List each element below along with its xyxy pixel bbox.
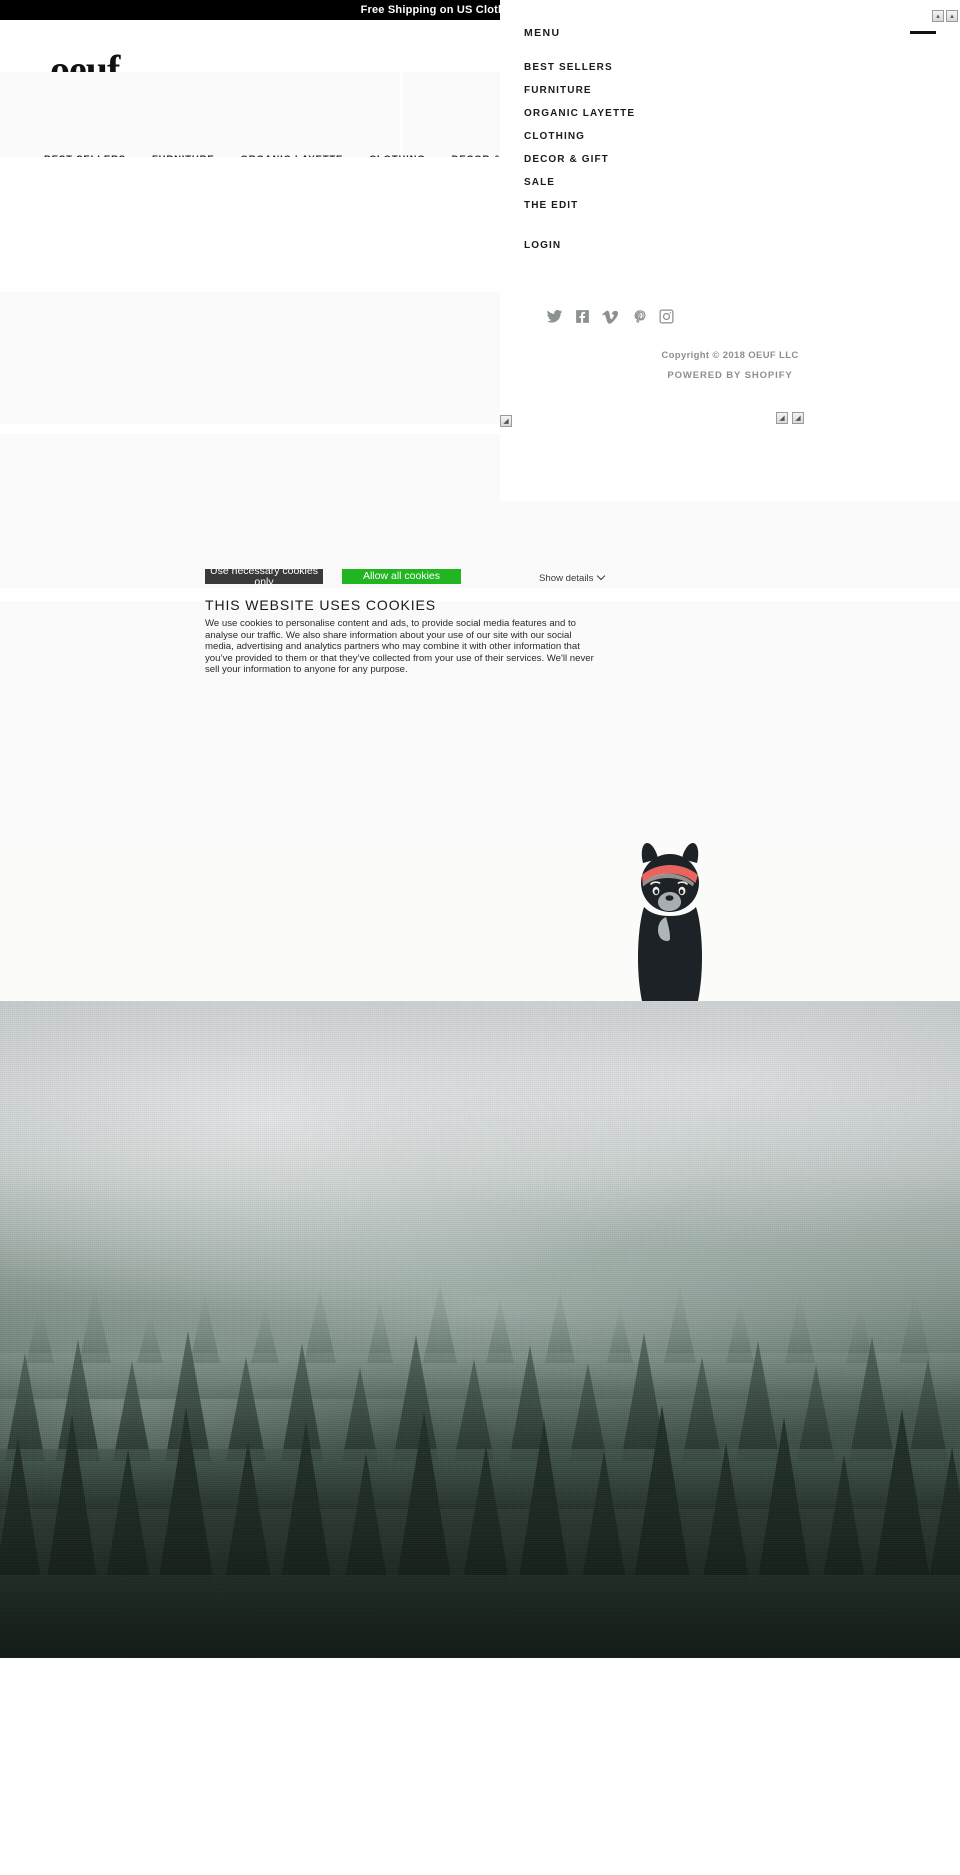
- resize-handle-right[interactable]: ◢: [792, 412, 804, 424]
- drawer-item-the-edit[interactable]: THE EDIT: [524, 188, 924, 211]
- drawer-item-best-sellers[interactable]: BEST SELLERS: [524, 50, 924, 73]
- drawer-item-clothing[interactable]: CLOTHING: [524, 119, 924, 142]
- facebook-icon[interactable]: [574, 308, 591, 325]
- drawer-item-furniture[interactable]: FURNITURE: [524, 73, 924, 96]
- cookie-banner-content: THIS WEBSITE USES COOKIES We use cookies…: [205, 588, 765, 676]
- drawer-item-organic-layette[interactable]: ORGANIC LAYETTE: [524, 96, 924, 119]
- drawer-item-decor-gift[interactable]: DECOR & GIFT: [524, 142, 924, 165]
- menu-drawer-nav: BEST SELLERS FURNITURE ORGANIC LAYETTE C…: [524, 50, 924, 211]
- scroll-nub-right[interactable]: ▴: [946, 10, 958, 22]
- drawer-footer: Copyright © 2018 OEUF LLC POWERED BY SHO…: [524, 349, 936, 383]
- close-icon[interactable]: [910, 27, 936, 37]
- forest-hero-image: [0, 1001, 960, 1658]
- resize-handle-left[interactable]: ◢: [500, 415, 512, 427]
- drawer-login-link[interactable]: LOGIN: [524, 240, 561, 251]
- cookie-banner-heading: THIS WEBSITE USES COOKIES: [205, 597, 436, 613]
- instagram-icon[interactable]: [658, 308, 675, 325]
- twitter-icon[interactable]: [546, 308, 563, 325]
- close-icon-bar: [910, 31, 936, 34]
- social-links: [546, 308, 675, 325]
- cookie-button-row: Use necessary cookies only Allow all coo…: [205, 566, 461, 587]
- vimeo-icon[interactable]: [602, 308, 619, 325]
- show-details-toggle[interactable]: Show details: [533, 572, 611, 585]
- cookie-banner-body: We use cookies to personalise content an…: [205, 618, 594, 676]
- use-necessary-cookies-button[interactable]: Use necessary cookies only: [205, 566, 323, 587]
- show-details-label: Show details: [539, 573, 594, 584]
- resize-handle-mid[interactable]: ◢: [776, 412, 788, 424]
- allow-all-cookies-button[interactable]: Allow all cookies: [342, 569, 461, 584]
- cookie-consent-banner: THIS WEBSITE USES COOKIES We use cookies…: [0, 588, 960, 708]
- menu-drawer: MENU BEST SELLERS FURNITURE ORGANIC LAYE…: [500, 0, 960, 501]
- scroll-nub-left[interactable]: ▴: [932, 10, 944, 22]
- copyright-text: Copyright © 2018 OEUF LLC: [661, 350, 799, 361]
- page-bottom-whitespace: [0, 1658, 960, 1875]
- forest-bottom-fade: [0, 1538, 960, 1658]
- nav-band-divider: [400, 72, 402, 157]
- chevron-down-icon: [598, 573, 605, 580]
- pinterest-icon[interactable]: [630, 308, 647, 325]
- drawer-item-sale[interactable]: SALE: [524, 165, 924, 188]
- menu-drawer-title: MENU: [524, 27, 561, 39]
- bear-icon: [638, 843, 702, 1001]
- bear-illustration-stage: [0, 841, 960, 1001]
- powered-by-text: POWERED BY SHOPIFY: [667, 370, 793, 381]
